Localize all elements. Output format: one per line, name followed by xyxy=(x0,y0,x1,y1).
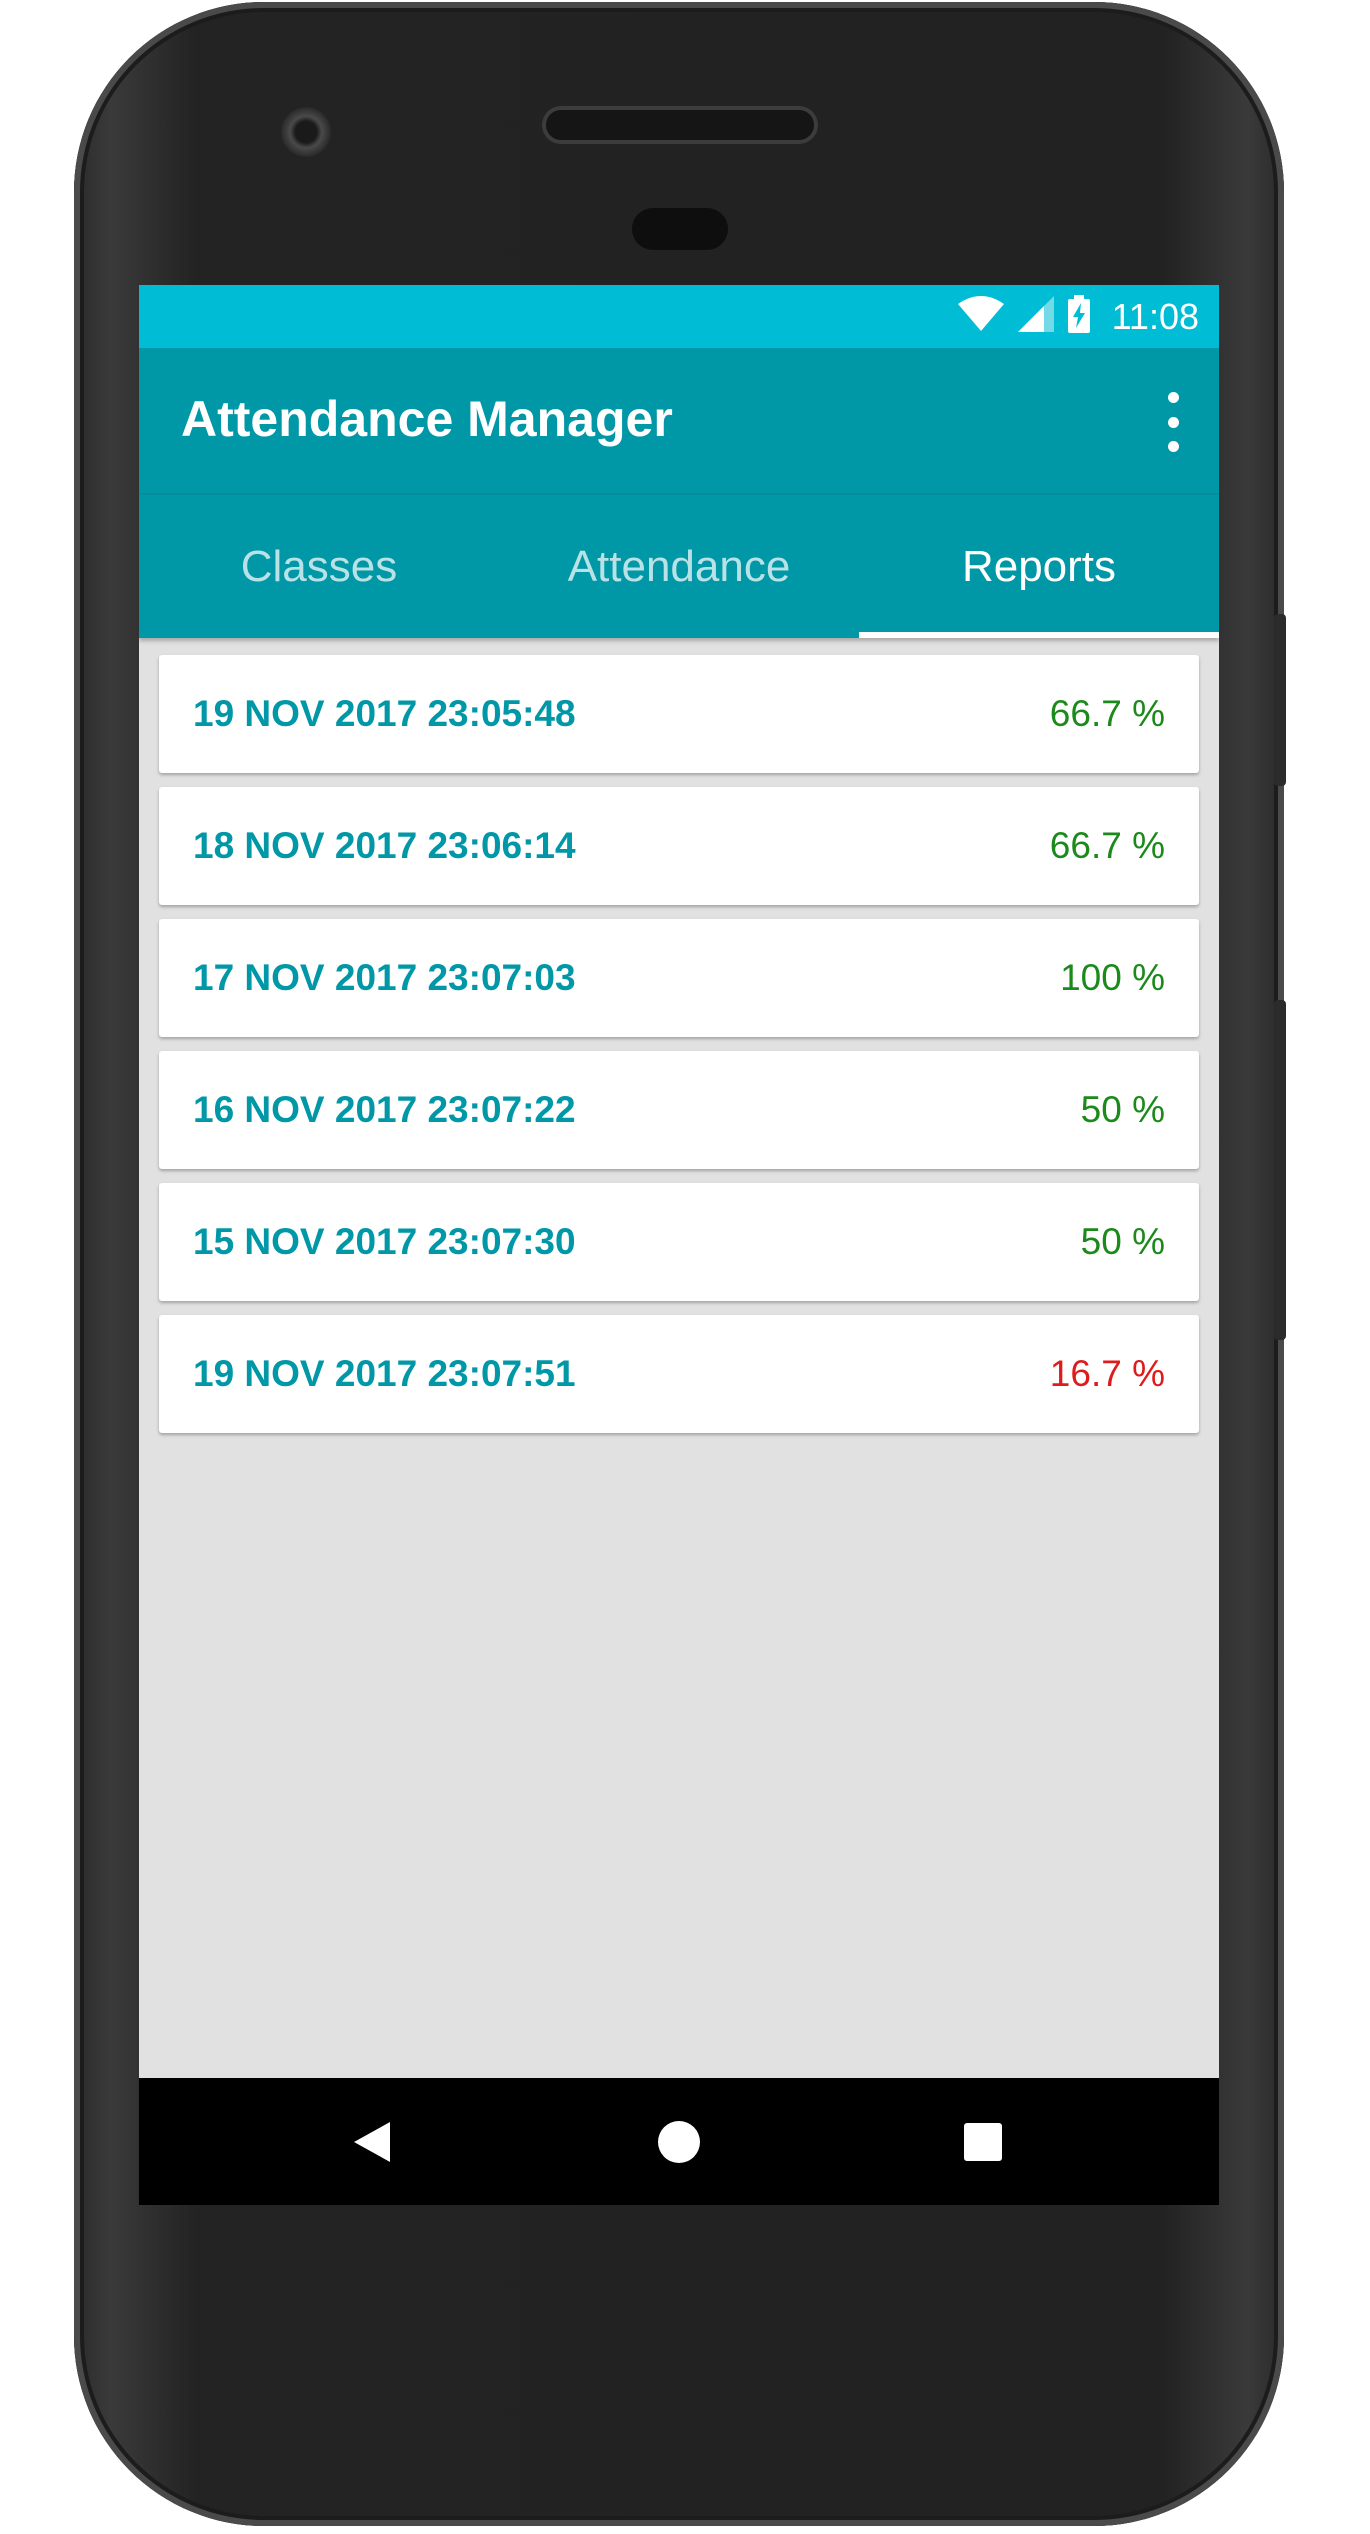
report-card[interactable]: 18 NOV 2017 23:06:14 66.7 % xyxy=(159,787,1199,905)
report-percent: 100 % xyxy=(1060,957,1165,998)
report-card[interactable]: 15 NOV 2017 23:07:30 50 % xyxy=(159,1183,1199,1301)
app-bar: Attendance Manager xyxy=(139,348,1219,495)
report-date: 19 NOV 2017 23:07:51 xyxy=(193,1353,576,1394)
tab-reports[interactable]: Reports xyxy=(859,495,1219,638)
tab-attendance[interactable]: Attendance xyxy=(499,495,859,638)
volume-button xyxy=(1274,1000,1286,1340)
report-percent: 66.7 % xyxy=(1049,693,1165,734)
cell-signal-icon xyxy=(1017,296,1054,337)
report-card[interactable]: 16 NOV 2017 23:07:22 50 % xyxy=(159,1051,1199,1169)
status-time: 11:08 xyxy=(1111,295,1199,337)
back-icon[interactable] xyxy=(312,2078,432,2205)
report-percent: 50 % xyxy=(1080,1089,1165,1130)
tab-label: Reports xyxy=(961,541,1117,591)
tab-label: Classes xyxy=(240,541,398,591)
report-percent: 50 % xyxy=(1080,1221,1165,1262)
proximity-sensor xyxy=(632,208,728,250)
more-vert-icon[interactable] xyxy=(1153,392,1193,452)
report-date: 19 NOV 2017 23:05:48 xyxy=(193,693,576,734)
report-date: 16 NOV 2017 23:07:22 xyxy=(193,1089,576,1130)
report-card[interactable]: 19 NOV 2017 23:07:51 16.7 % xyxy=(159,1315,1199,1433)
tab-classes[interactable]: Classes xyxy=(139,495,499,638)
battery-charging-icon xyxy=(1067,295,1090,338)
report-percent: 16.7 % xyxy=(1049,1353,1165,1394)
report-card[interactable]: 17 NOV 2017 23:07:03 100 % xyxy=(159,919,1199,1037)
report-date: 15 NOV 2017 23:07:30 xyxy=(193,1221,576,1262)
home-icon[interactable] xyxy=(619,2078,739,2205)
wifi-icon xyxy=(957,296,1004,337)
power-button xyxy=(1274,614,1286,786)
report-list: 19 NOV 2017 23:05:48 66.7 % 18 NOV 2017 … xyxy=(159,655,1199,1447)
navigation-bar xyxy=(139,2078,1219,2205)
report-percent: 66.7 % xyxy=(1049,825,1165,866)
tab-label: Attendance xyxy=(567,541,791,591)
report-card[interactable]: 19 NOV 2017 23:05:48 66.7 % xyxy=(159,655,1199,773)
tab-bar: Classes Attendance Reports xyxy=(139,495,1219,638)
report-date: 17 NOV 2017 23:07:03 xyxy=(193,957,576,998)
earpiece-speaker xyxy=(546,110,814,140)
tab-indicator xyxy=(859,632,1219,638)
report-date: 18 NOV 2017 23:06:14 xyxy=(193,825,576,866)
status-bar: 11:08 xyxy=(139,285,1219,348)
front-camera xyxy=(281,107,331,157)
app-title: Attendance Manager xyxy=(181,391,673,447)
screen: 11:08 Attendance Manager Classes Attenda… xyxy=(139,285,1219,2205)
recents-icon[interactable] xyxy=(923,2078,1043,2205)
